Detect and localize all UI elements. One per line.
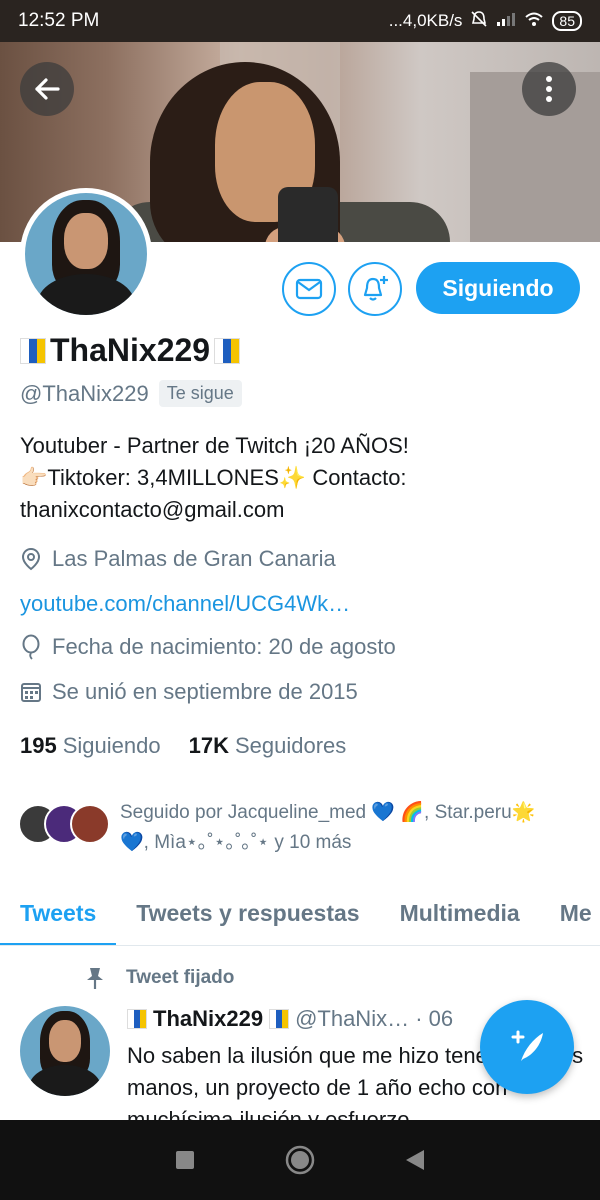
recents-icon[interactable] bbox=[174, 1149, 196, 1171]
balloon-icon bbox=[22, 634, 40, 660]
mail-icon bbox=[295, 278, 323, 300]
tab-media[interactable]: Multimedia bbox=[380, 880, 540, 945]
tweet-author-name[interactable]: ThaNix229 bbox=[153, 1006, 263, 1032]
followed-by-section[interactable]: Seguido por Jacqueline_med 💙 🌈, Star.per… bbox=[18, 798, 590, 858]
tab-tweets[interactable]: Tweets bbox=[0, 880, 117, 945]
tweet-header: ThaNix229 @ThaNix… · 06 bbox=[127, 1006, 453, 1032]
signal-icon bbox=[496, 11, 516, 32]
followers-stat[interactable]: 17K Seguidores bbox=[189, 733, 347, 759]
tab-tweets-replies[interactable]: Tweets y respuestas bbox=[116, 880, 379, 945]
pin-icon bbox=[87, 968, 103, 989]
mute-icon bbox=[470, 10, 488, 33]
avatar bbox=[70, 804, 110, 844]
follow-stats: 195 Siguiendo 17K Seguidores bbox=[20, 733, 346, 759]
message-button[interactable] bbox=[282, 262, 336, 316]
display-name-text: ThaNix229 bbox=[50, 332, 211, 368]
home-icon[interactable] bbox=[284, 1144, 316, 1176]
joined-text: Se unió en septiembre de 2015 bbox=[52, 679, 358, 704]
tweet-author-avatar[interactable] bbox=[20, 1006, 110, 1096]
tweet-author-meta: @ThaNix… · 06 bbox=[295, 1006, 454, 1031]
bio-line: Youtuber - Partner de Twitch ¡20 AÑOS! bbox=[20, 433, 409, 458]
arrow-left-icon bbox=[35, 78, 60, 100]
follows-you-badge: Te sigue bbox=[158, 380, 242, 407]
battery-indicator: 85 bbox=[552, 11, 582, 31]
profile-tabs: Tweets Tweets y respuestas Multimedia Me bbox=[0, 880, 600, 946]
back-button[interactable] bbox=[20, 62, 74, 116]
status-bar: 12:52 PM ...4,0KB/s 85 bbox=[0, 0, 600, 42]
bell-plus-icon bbox=[363, 276, 388, 301]
more-options-button[interactable] bbox=[522, 62, 576, 116]
website-row: youtube.com/channel/UCG4Wk… bbox=[20, 591, 350, 617]
compose-tweet-icon bbox=[511, 1030, 543, 1061]
website-link[interactable]: youtube.com/channel/UCG4Wk… bbox=[20, 591, 350, 617]
following-label: Siguiendo bbox=[62, 733, 161, 758]
user-handle: @ThaNix229 bbox=[20, 380, 149, 406]
followers-count: 17K bbox=[188, 733, 229, 758]
more-vertical-icon bbox=[546, 76, 552, 102]
tab-likes[interactable]: Me bbox=[540, 880, 600, 945]
compose-tweet-button[interactable] bbox=[480, 1000, 574, 1094]
canary-flag-icon bbox=[269, 1009, 290, 1029]
following-button[interactable]: Siguiendo bbox=[416, 262, 580, 314]
bio-line: 👉🏻Tiktoker: 3,4MILLONES✨ Contacto: bbox=[20, 465, 407, 490]
profile-bio: Youtuber - Partner de Twitch ¡20 AÑOS! 👉… bbox=[20, 430, 585, 526]
following-stat[interactable]: 195 Siguiendo bbox=[20, 733, 161, 759]
followers-label: Seguidores bbox=[234, 733, 347, 758]
pinned-label-row: Tweet fijado bbox=[84, 966, 234, 990]
joined-row: Se unió en septiembre de 2015 bbox=[20, 679, 358, 705]
status-time: 12:52 PM bbox=[18, 10, 100, 31]
pinned-label: Tweet fijado bbox=[126, 967, 235, 988]
display-name: ThaNix229 bbox=[20, 332, 241, 369]
following-count: 195 bbox=[20, 733, 57, 758]
followed-by-text: Seguido por Jacqueline_med 💙 🌈, Star.per… bbox=[120, 802, 536, 853]
calendar-icon bbox=[21, 683, 41, 702]
location-row: Las Palmas de Gran Canaria bbox=[20, 546, 336, 572]
notifications-button[interactable] bbox=[348, 262, 402, 316]
followed-by-avatars bbox=[18, 804, 110, 850]
birthday-text: Fecha de nacimiento: 20 de agosto bbox=[52, 634, 396, 659]
bio-email[interactable]: thanixcontacto@gmail.com bbox=[20, 494, 585, 526]
canary-flag-icon bbox=[214, 337, 241, 364]
handle-row: @ThaNix229 Te sigue bbox=[20, 380, 242, 407]
system-nav-bar bbox=[0, 1120, 600, 1200]
canary-flag-icon bbox=[20, 337, 46, 364]
network-speed: ...4,0KB/s bbox=[388, 11, 463, 30]
status-icons: ...4,0KB/s 85 bbox=[389, 10, 582, 33]
profile-avatar[interactable] bbox=[20, 188, 152, 320]
location-text: Las Palmas de Gran Canaria bbox=[52, 546, 336, 571]
birthday-row: Fecha de nacimiento: 20 de agosto bbox=[20, 634, 396, 660]
wifi-icon bbox=[524, 11, 544, 32]
location-pin-icon bbox=[21, 547, 41, 571]
canary-flag-icon bbox=[127, 1009, 147, 1029]
back-nav-icon[interactable] bbox=[404, 1148, 426, 1172]
